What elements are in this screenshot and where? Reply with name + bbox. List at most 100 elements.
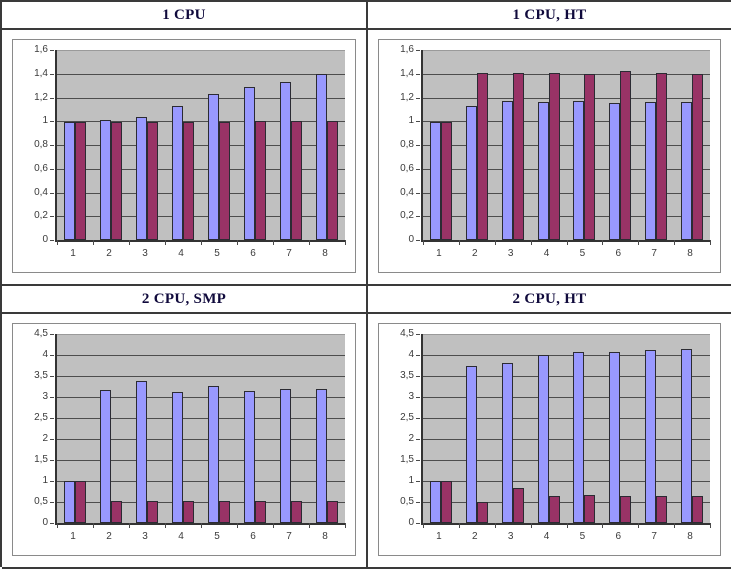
x-tick-mark [458, 523, 460, 528]
y-axis: 0 0,2 0,4 0,6 0,8 1 1,2 1,4 1,6 [13, 40, 55, 272]
bar [244, 391, 255, 523]
y-tick-label: 0,8 [400, 139, 414, 150]
x-tick-mark [602, 523, 604, 528]
panel-1-cpu-ht: 1 CPU, HT 0 0,2 0,4 0,6 0,8 1 1,2 1,4 1,6 1 2 3 4 5 6 7… [368, 2, 731, 286]
bar [645, 102, 657, 240]
bar [75, 122, 86, 240]
y-tick-label: 1,4 [34, 67, 48, 79]
plot-1: 0 0,2 0,4 0,6 0,8 1 1,2 1,4 1,6 1 2 3 4 5 6 7 8 [379, 40, 720, 272]
y-tick-mark [416, 73, 420, 75]
bar [172, 391, 183, 523]
gridline [57, 376, 345, 377]
x-tick-label: 1 [436, 248, 442, 259]
x-tick-mark [93, 240, 94, 245]
x-tick-mark [638, 240, 640, 245]
panel-1-cpu: 1 CPU 0 0,2 0,4 0,6 0,8 1 1,2 1,4 1,6 1 2 3 4 5 6 7 8 [2, 2, 368, 286]
y-tick-mark [50, 121, 54, 123]
y-tick-mark [50, 418, 54, 419]
chart-grid: 1 CPU 0 0,2 0,4 0,6 0,8 1 1,2 1,4 1,6 1 2 3 4 5 6 7 8 1 … [0, 0, 731, 569]
x-tick-mark [57, 240, 58, 245]
x-tick-mark [494, 523, 496, 528]
chart-frame: 0 0,2 0,4 0,6 0,8 1 1,2 1,4 1,6 1 2 3 4 5 6 7 8 [378, 39, 721, 273]
y-tick-label: 0,6 [34, 162, 48, 174]
y-tick-mark [416, 50, 420, 51]
bar [476, 72, 488, 240]
x-tick-label: 5 [579, 531, 586, 542]
y-tick-mark [416, 460, 420, 461]
y-tick-label: 0 [42, 234, 48, 245]
y-tick-mark [416, 240, 420, 241]
y-tick-label: 1 [408, 475, 414, 486]
y-tick-mark [50, 240, 54, 241]
bar [692, 496, 704, 523]
x-tick-mark [165, 240, 166, 245]
x-tick-label: 6 [250, 248, 256, 259]
x-tick-mark [273, 523, 274, 528]
x-tick-mark [57, 523, 58, 528]
x-tick-mark [201, 523, 202, 528]
bar [183, 501, 194, 523]
bar [316, 389, 327, 523]
y-tick-label: 0,2 [34, 210, 48, 222]
bar [440, 481, 452, 523]
panel-2-cpu-smp: 2 CPU, SMP 0 0,5 1 1,5 2 2,5 3 3,5 4 4,5 1 2 3 4 5 6 7 8 [2, 286, 368, 569]
x-tick-mark [710, 523, 711, 528]
x-tick-mark [423, 523, 424, 528]
panel-title: 1 CPU, HT [368, 2, 731, 30]
y-tick-mark [416, 481, 420, 482]
bar [584, 494, 596, 523]
bar [111, 501, 122, 523]
y-tick-label: 4,5 [400, 328, 414, 339]
y-tick-mark [50, 97, 54, 99]
y-tick-label: 0,4 [400, 186, 414, 198]
x-tick-mark [566, 523, 568, 528]
y-tick-label: 0,8 [34, 139, 48, 150]
x-tick-label: 3 [507, 531, 514, 542]
y-tick-mark [416, 418, 420, 419]
y-tick-mark [50, 397, 54, 398]
bar [692, 73, 704, 240]
x-tick-label: 1 [436, 531, 442, 542]
x-tick-label: 6 [615, 531, 622, 542]
y-tick-label: 2,5 [400, 412, 414, 423]
x-tick-label: 3 [507, 248, 514, 259]
bar [465, 105, 477, 240]
x-tick-mark [674, 523, 676, 528]
y-tick-mark [416, 439, 420, 440]
x-tick-label: 4 [543, 248, 550, 259]
y-tick-label: 0 [42, 517, 48, 528]
y-tick-label: 0 [408, 517, 414, 528]
y-tick-mark [416, 121, 420, 123]
bar [512, 72, 524, 240]
bar [548, 72, 560, 240]
x-tick-mark [237, 240, 238, 245]
y-axis: 0 0,5 1 1,5 2 2,5 3 3,5 4 4,5 [13, 324, 55, 555]
bar [244, 86, 255, 240]
y-tick-mark [50, 73, 54, 75]
bar [327, 501, 338, 523]
x-tick-mark [458, 240, 460, 245]
bar [548, 496, 560, 523]
x-tick-label: 3 [142, 248, 148, 259]
x-tick-label: 8 [322, 531, 328, 542]
bar [208, 386, 219, 523]
x-tick-mark [129, 240, 130, 245]
x-tick-label: 2 [106, 531, 112, 542]
y-tick-label: 3,5 [400, 370, 414, 381]
bar [183, 122, 194, 240]
bar [75, 481, 86, 523]
bar [476, 502, 488, 523]
x-tick-mark [494, 240, 496, 245]
y-axis: 0 0,2 0,4 0,6 0,8 1 1,2 1,4 1,6 [379, 40, 421, 272]
x-tick-label: 8 [687, 248, 693, 259]
bar [111, 122, 122, 240]
x-tick-label: 8 [687, 531, 693, 542]
panel-title: 2 CPU, HT [368, 286, 731, 314]
x-tick-mark [530, 523, 532, 528]
y-tick-mark [50, 355, 54, 356]
x-tick-mark [273, 240, 274, 245]
y-tick-label: 4 [408, 349, 414, 360]
bar [100, 120, 111, 240]
gridline [423, 334, 710, 335]
y-tick-mark [416, 168, 420, 170]
